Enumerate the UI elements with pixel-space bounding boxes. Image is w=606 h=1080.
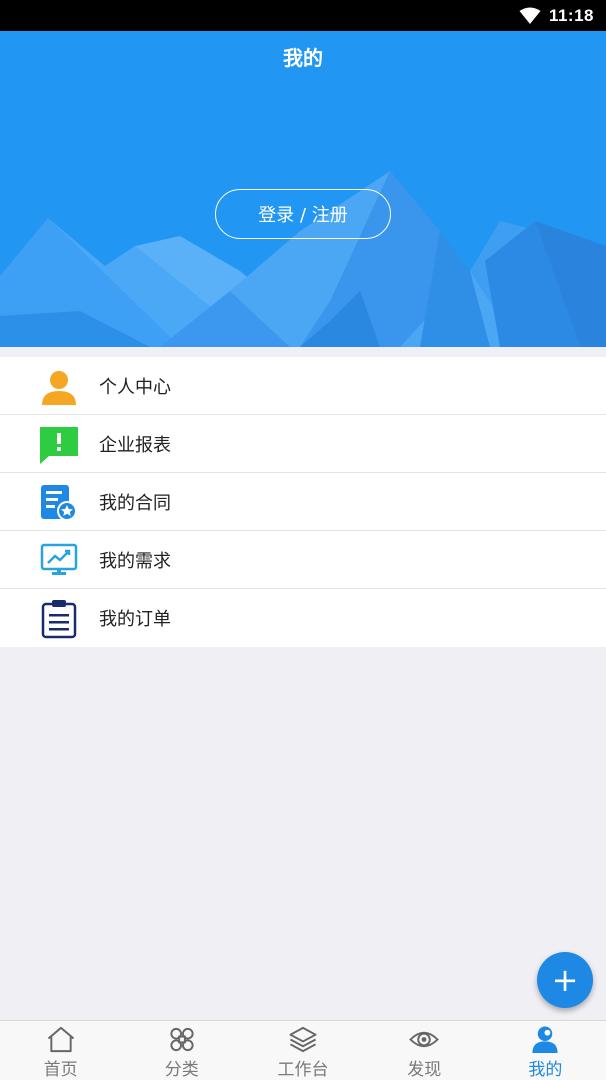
tab-home[interactable]: 首页	[0, 1021, 121, 1080]
plus-icon: +	[551, 961, 579, 999]
tab-label: 发现	[407, 1060, 442, 1080]
person-icon	[39, 367, 79, 407]
menu-item-label: 我的需求	[99, 550, 171, 572]
menu-item-label: 我的合同	[99, 492, 171, 514]
tab-label: 我的	[528, 1060, 563, 1080]
contract-badge-icon	[39, 483, 79, 523]
command-icon	[170, 1027, 194, 1052]
tab-discover[interactable]: 发现	[364, 1021, 485, 1080]
tab-label: 工作台	[277, 1060, 329, 1080]
login-register-button[interactable]: 登录 / 注册	[215, 189, 391, 239]
eye-icon	[409, 1031, 440, 1048]
menu-item-label: 企业报表	[99, 434, 171, 456]
menu-item-my-orders[interactable]: 我的订单	[0, 589, 606, 647]
menu-item-personal-center[interactable]: 个人中心	[0, 357, 606, 415]
tab-label: 首页	[43, 1060, 78, 1080]
wifi-icon	[519, 7, 541, 24]
menu-item-enterprise-report[interactable]: 企业报表	[0, 415, 606, 473]
menu-item-my-demands[interactable]: 我的需求	[0, 531, 606, 589]
menu-item-my-contracts[interactable]: 我的合同	[0, 473, 606, 531]
page-title: 我的	[283, 46, 323, 70]
menu-item-label: 个人中心	[99, 376, 171, 398]
alert-message-icon	[39, 425, 79, 465]
tab-label: 分类	[164, 1060, 199, 1080]
menu-list: 个人中心 企业报表 我的合同 我的需求 我的订单	[0, 357, 606, 647]
home-icon	[47, 1026, 74, 1053]
tab-workbench[interactable]: 工作台	[242, 1021, 363, 1080]
clipboard-icon	[39, 599, 79, 639]
bottom-tab-bar: 首页 分类 工作台 发现 我的	[0, 1020, 606, 1080]
status-bar: 11:18	[0, 0, 606, 31]
add-fab-button[interactable]: +	[537, 952, 593, 1008]
status-time: 11:18	[548, 5, 594, 25]
user-icon	[532, 1026, 558, 1054]
tab-category[interactable]: 分类	[121, 1021, 242, 1080]
chart-monitor-icon	[39, 541, 79, 581]
profile-header: 我的 登录 / 注册	[0, 31, 606, 347]
tab-mine[interactable]: 我的	[485, 1021, 606, 1080]
layers-icon	[289, 1026, 317, 1053]
menu-item-label: 我的订单	[99, 609, 171, 630]
